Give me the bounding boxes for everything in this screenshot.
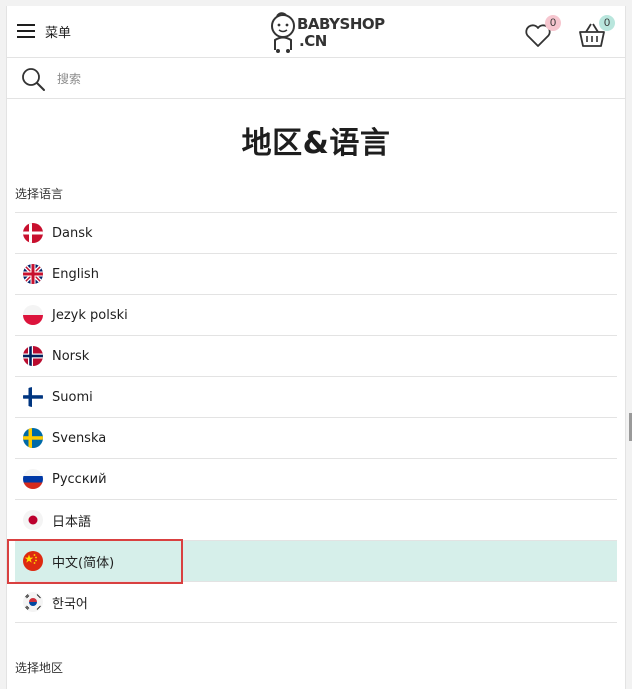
- flag-russia-icon: [23, 469, 43, 489]
- flag-china-icon: [23, 551, 43, 571]
- hamburger-icon: [17, 23, 35, 39]
- baby-face-icon: [271, 12, 295, 53]
- language-label: English: [52, 266, 99, 282]
- menu-label: 菜单: [45, 25, 72, 41]
- language-item-chinese[interactable]: 中文(简体): [15, 541, 617, 582]
- flag-japan-icon: [23, 510, 43, 530]
- flag-poland-icon: [23, 305, 43, 325]
- language-item-dansk[interactable]: Dansk: [15, 213, 617, 254]
- menu-button[interactable]: 菜单: [17, 18, 71, 44]
- page: 菜单 BABYSHOP .CN 0 0 搜索 地区&语言 选择语言 Dansk …: [6, 6, 626, 689]
- language-item-english[interactable]: English: [15, 254, 617, 295]
- cart-count-badge: 0: [599, 15, 615, 31]
- wishlist-count-badge: 0: [545, 15, 561, 31]
- language-label: Svenska: [52, 430, 107, 446]
- search-bar: [7, 58, 625, 99]
- language-item-russian[interactable]: Русский: [15, 459, 617, 500]
- language-label: Русский: [52, 471, 107, 487]
- language-label: Dansk: [52, 225, 93, 241]
- language-label: 中文(简体): [52, 555, 115, 571]
- language-item-korean[interactable]: 한국어: [15, 582, 617, 623]
- language-label: 日本語: [52, 514, 92, 530]
- cart-button[interactable]: 0: [577, 15, 615, 50]
- flag-uk-icon: [23, 264, 43, 284]
- language-item-norsk[interactable]: Norsk: [15, 336, 617, 377]
- header: 菜单 BABYSHOP .CN 0 0: [7, 6, 625, 58]
- language-section-label: 选择语言: [15, 187, 64, 201]
- language-item-suomi[interactable]: Suomi: [15, 377, 617, 418]
- flag-korea-icon: [23, 592, 43, 612]
- logo-text: BABYSHOP .CN: [297, 16, 385, 50]
- language-label: 한국어: [52, 596, 88, 612]
- flag-denmark-icon: [23, 223, 43, 243]
- language-list: Dansk English Jezyk polski Norsk Suomi S…: [15, 212, 617, 623]
- logo-line-1: BABYSHOP: [297, 15, 385, 33]
- logo-line-2: .CN: [299, 32, 327, 50]
- search-icon[interactable]: [20, 66, 46, 92]
- language-item-svenska[interactable]: Svenska: [15, 418, 617, 459]
- wishlist-button[interactable]: 0: [523, 15, 561, 50]
- logo[interactable]: BABYSHOP .CN: [269, 10, 385, 54]
- search-input[interactable]: [55, 68, 459, 90]
- language-item-polski[interactable]: Jezyk polski: [15, 295, 617, 336]
- language-label: Suomi: [52, 389, 93, 405]
- flag-finland-icon: [23, 387, 43, 407]
- flag-norway-icon: [23, 346, 43, 366]
- language-item-japanese[interactable]: 日本語: [15, 500, 617, 541]
- region-section-label: 选择地区: [15, 661, 64, 675]
- flag-sweden-icon: [23, 428, 43, 448]
- language-label: Norsk: [52, 348, 90, 364]
- page-title: 地区&语言: [241, 126, 391, 161]
- language-label: Jezyk polski: [52, 307, 128, 323]
